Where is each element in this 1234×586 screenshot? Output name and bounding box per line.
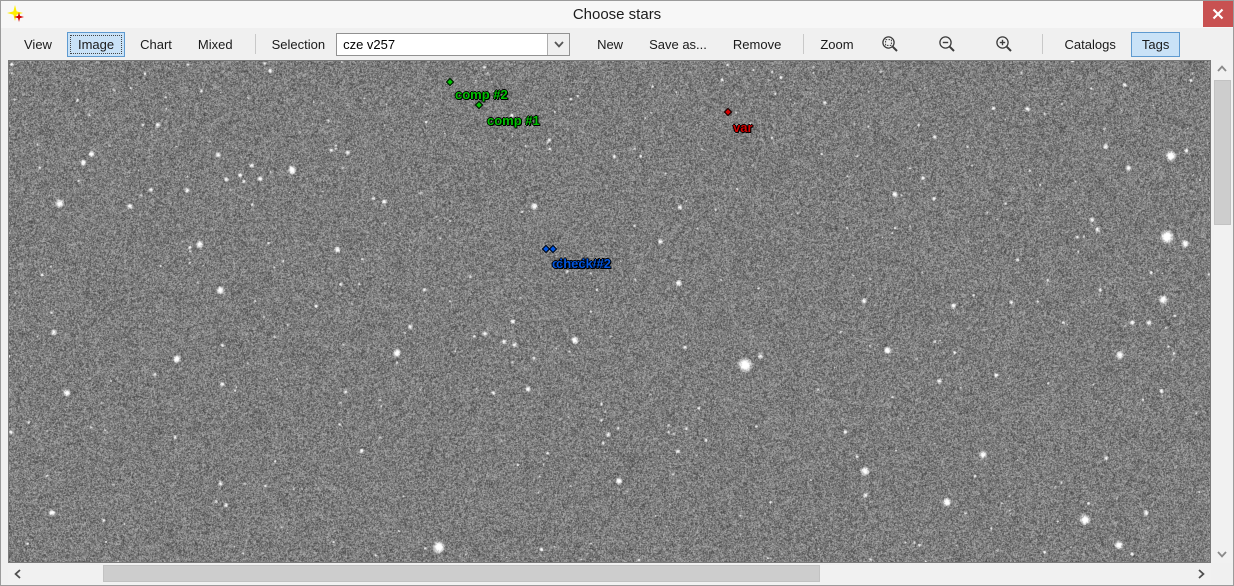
selection-combobox-value: cze v257	[337, 37, 547, 52]
mixed-button[interactable]: Mixed	[187, 32, 244, 57]
selection-label: Selection	[272, 37, 325, 52]
scroll-down-button[interactable]	[1211, 545, 1233, 563]
marker-comp2-label: comp #2	[455, 88, 508, 101]
horizontal-scrollbar[interactable]	[8, 563, 1211, 585]
chevron-down-icon	[1215, 548, 1229, 560]
remove-button[interactable]: Remove	[722, 32, 792, 57]
zoom-out-icon	[938, 35, 957, 54]
zoom-in-icon	[995, 35, 1014, 54]
choose-stars-window: Choose stars View Image Chart Mixed Sele…	[0, 0, 1234, 586]
zoom-label: Zoom	[820, 37, 853, 52]
close-button[interactable]	[1203, 1, 1233, 27]
scroll-right-button[interactable]	[1191, 563, 1211, 585]
marker-check2-label: check #2	[556, 257, 611, 270]
toolbar-separator	[1042, 34, 1043, 54]
chevron-left-icon	[12, 567, 24, 581]
toolbar-separator	[803, 34, 804, 54]
chevron-down-icon	[552, 37, 566, 51]
selection-combobox[interactable]: cze v257	[336, 33, 570, 56]
combobox-dropdown-button[interactable]	[547, 34, 569, 55]
zoom-out-button[interactable]	[934, 32, 961, 57]
toolbar: View Image Chart Mixed Selection cze v25…	[1, 28, 1233, 60]
window-title: Choose stars	[1, 6, 1233, 23]
horizontal-scrollbar-thumb[interactable]	[103, 565, 820, 582]
new-button[interactable]: New	[586, 32, 634, 57]
scroll-left-button[interactable]	[8, 563, 28, 585]
view-button[interactable]: View	[13, 32, 63, 57]
catalogs-button[interactable]: Catalogs	[1054, 32, 1127, 57]
chevron-up-icon	[1215, 63, 1229, 75]
save-as-button[interactable]: Save as...	[638, 32, 718, 57]
close-icon	[1212, 8, 1224, 20]
image-button[interactable]: Image	[67, 32, 125, 57]
marker-comp1-label: comp #1	[487, 114, 540, 127]
titlebar[interactable]: Choose stars	[1, 1, 1233, 28]
zoom-fit-button[interactable]	[877, 32, 904, 57]
vertical-scrollbar[interactable]	[1211, 60, 1233, 563]
image-viewport: comp #2 comp #1 var check #1 check #2	[8, 60, 1211, 563]
bottom-scroll-area	[8, 563, 1233, 585]
starfield-image[interactable]	[9, 61, 1210, 562]
zoom-fit-icon	[881, 35, 900, 54]
chevron-right-icon	[1195, 567, 1207, 581]
toolbar-separator	[255, 34, 256, 54]
zoom-in-button[interactable]	[991, 32, 1018, 57]
scrollbar-corner	[1211, 563, 1233, 585]
star-sparkle-icon	[6, 4, 28, 26]
scroll-up-button[interactable]	[1211, 60, 1233, 78]
tags-button[interactable]: Tags	[1131, 32, 1180, 57]
content-area: comp #2 comp #1 var check #1 check #2	[1, 60, 1233, 563]
marker-var-label: var	[733, 121, 753, 134]
vertical-scrollbar-thumb[interactable]	[1214, 80, 1231, 225]
chart-button[interactable]: Chart	[129, 32, 183, 57]
